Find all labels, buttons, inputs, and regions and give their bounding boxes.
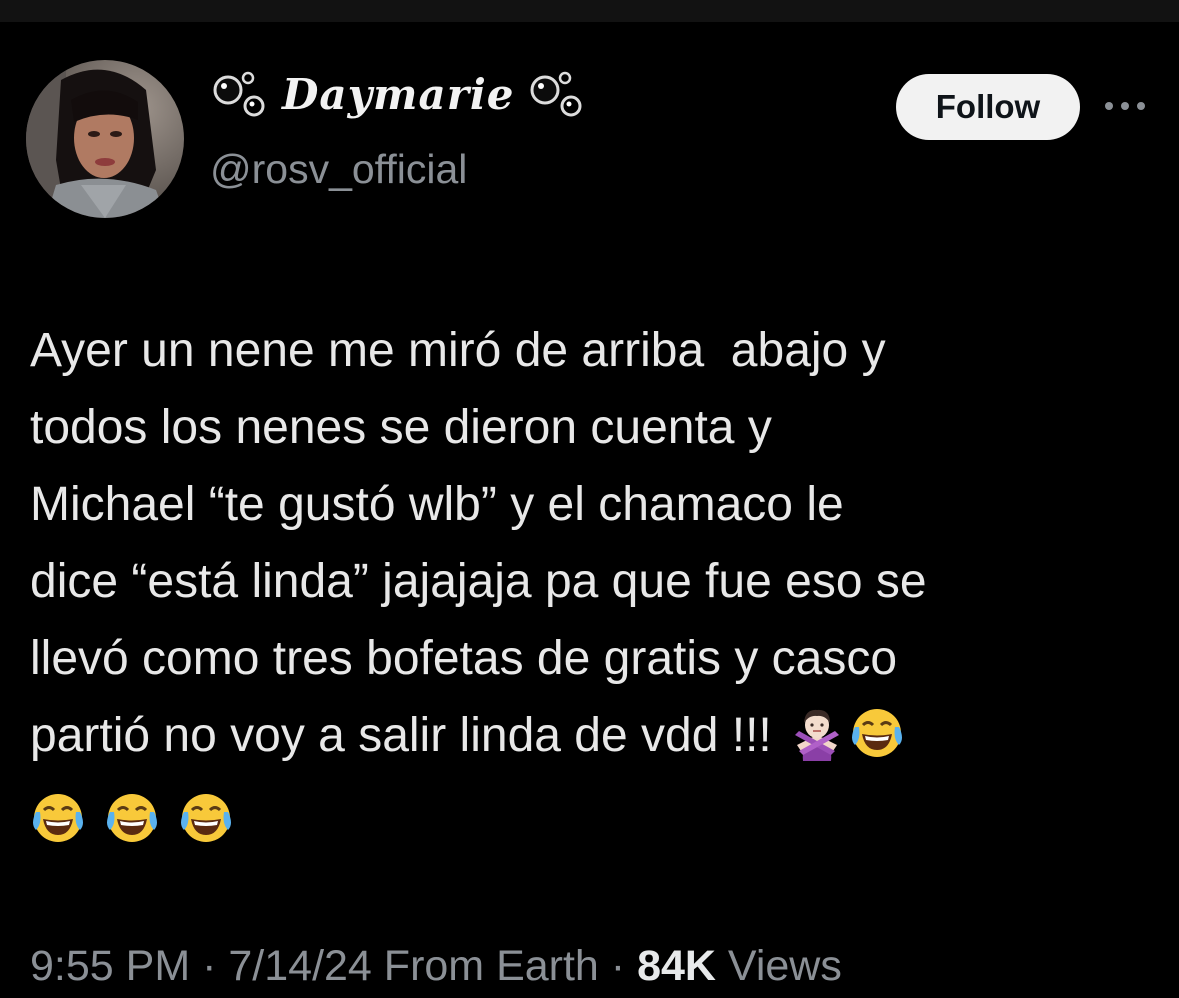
face-with-tears-of-joy-emoji-icon (30, 790, 86, 846)
face-with-tears-of-joy-emoji-icon (849, 705, 905, 761)
tweet-line: llevó como tres bofetas de gratis y casc… (30, 632, 898, 685)
tweet-line-last: partió no voy a salir linda de vdd !!! (30, 697, 1160, 774)
face-with-tears-of-joy-emoji-icon (178, 790, 234, 846)
display-name[interactable]: Daymarie (282, 70, 515, 119)
tweet-date[interactable]: 7/14/24 (228, 942, 371, 990)
tweet-line: dice “está linda” jajajaja pa que fue es… (30, 555, 927, 608)
tweet-line: Ayer un nene me miró de arriba abajo y (30, 324, 886, 377)
tweet-text: Ayer un nene me miró de arriba abajo y t… (30, 312, 1160, 859)
author-handle[interactable]: @rosv_official (210, 146, 467, 193)
person-gesturing-no-emoji-icon (789, 705, 845, 761)
bubbles-icon (210, 66, 270, 122)
tweet-time[interactable]: 9:55 PM (30, 942, 190, 990)
tweet-card[interactable]: Daymarie @rosv_official Follow Ayer un n… (0, 0, 1179, 998)
tweet-meta: 9:55 PM · 7/14/24 From Earth · 84K Views (30, 942, 842, 991)
bubbles-icon (527, 66, 587, 122)
views-count[interactable]: 84K (637, 942, 716, 990)
meta-separator: · (202, 942, 217, 990)
emoji-row (30, 774, 1160, 859)
author-avatar[interactable] (26, 60, 184, 218)
meta-separator: · (610, 942, 626, 990)
tweet-source: From Earth (383, 942, 599, 990)
tweet-line: partió no voy a salir linda de vdd !!! (30, 709, 772, 762)
more-horizontal-icon[interactable] (1100, 92, 1150, 120)
views-label[interactable]: Views (728, 942, 842, 990)
follow-button[interactable]: Follow (896, 74, 1080, 140)
tweet-line: todos los nenes se dieron cuenta y (30, 401, 772, 454)
tweet-line: Michael “te gustó wlb” y el chamaco le (30, 478, 844, 531)
face-with-tears-of-joy-emoji-icon (104, 790, 160, 846)
author-name-row[interactable]: Daymarie (210, 62, 587, 126)
